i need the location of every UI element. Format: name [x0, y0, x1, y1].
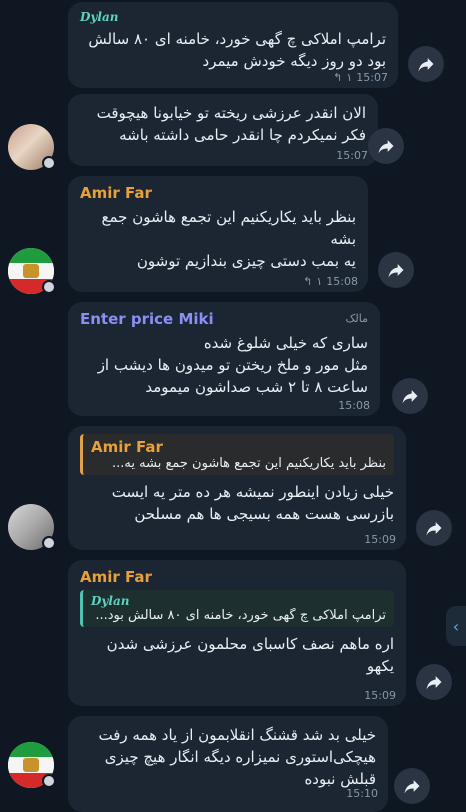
- message-line: فکر نمیکردم چا انقدر حامی داشته باشه: [119, 126, 366, 144]
- message-text: اره ماهم نصف کاسبای محلمون عرزشی شدن یکه…: [80, 633, 394, 677]
- lion-emblem-icon: [23, 264, 39, 278]
- message-text: ساری که خیلی شلوغ شده مثل مور و ملخ ریخت…: [80, 332, 368, 398]
- quote-sender: Amir Far: [91, 438, 163, 456]
- message-text: خیلی بد شد قشنگ انقلابمون از یاد همه رفت…: [80, 724, 377, 790]
- forward-button[interactable]: [368, 128, 404, 164]
- reply-quote[interactable]: Amir Far بنظر باید یکاریکنیم این تجمع ها…: [80, 434, 394, 475]
- forward-button[interactable]: [416, 510, 452, 546]
- message-meta: 15:07: [336, 149, 368, 162]
- message-line: خیلی زیادن اینطور نمیشه هر ده متر یه ایس…: [111, 483, 394, 501]
- forward-arrow-icon: [402, 390, 418, 404]
- message-bubble[interactable]: Enter price Miki مالک ساری که خیلی شلوغ …: [68, 302, 380, 416]
- message-bubble[interactable]: خیلی بد شد قشنگ انقلابمون از یاد همه رفت…: [68, 716, 388, 812]
- message-line: الان انقدر عرزشی ریخته تو خیابونا هیچوقت: [96, 104, 366, 122]
- message-line: مثل مور و ملخ ریختن تو میدون ها دیشب از: [97, 356, 368, 374]
- status-dot: [42, 156, 56, 170]
- forward-button[interactable]: [394, 768, 430, 804]
- sender-name[interactable]: Enter price Miki: [80, 310, 368, 328]
- forward-arrow-icon: [418, 58, 434, 72]
- message-line: ترامپ املاکی چ گهی خورد، خامنه ای ۸۰ سال…: [88, 30, 386, 48]
- message-bubble[interactable]: Amir Far بنظر باید یکاریکنیم این تجمع ها…: [68, 176, 368, 292]
- forward-button[interactable]: [416, 664, 452, 700]
- message-line: بنظر باید یکاریکنیم این تجمع هاشون جمع: [101, 208, 356, 226]
- message-line: هیچکی‌استوری نمیزاره دیگه انگار هیچ چیزی: [104, 748, 376, 766]
- message-meta: 15:08: [338, 399, 370, 412]
- sender-name[interactable]: Amir Far: [80, 568, 394, 586]
- chevron-left-icon[interactable]: ‹: [446, 606, 466, 646]
- forward-arrow-icon: [426, 676, 442, 690]
- message-meta: ↰ ۱ 15:07: [333, 71, 388, 84]
- message-time: 15:08: [326, 275, 358, 288]
- message-time: 15:09: [364, 533, 396, 546]
- message-line: ساری که خیلی شلوغ شده: [203, 334, 368, 352]
- message-line: بشه: [330, 230, 356, 248]
- forward-arrow-icon: [404, 780, 420, 794]
- status-dot: [42, 774, 56, 788]
- admin-label: مالک: [345, 312, 368, 325]
- message-bubble[interactable]: Amir Far بنظر باید یکاریکنیم این تجمع ها…: [68, 426, 406, 550]
- reply-arrow-icon: ↰: [303, 275, 313, 288]
- message-bubble[interactable]: Dylan ترامپ املاکی چ گهی خورد، خامنه ای …: [68, 2, 398, 88]
- message-text: الان انقدر عرزشی ریخته تو خیابونا هیچوقت…: [80, 102, 366, 146]
- message-text: ترامپ املاکی چ گهی خورد، خامنه ای ۸۰ سال…: [80, 28, 386, 72]
- message-bubble[interactable]: الان انقدر عرزشی ریخته تو خیابونا هیچوقت…: [68, 94, 378, 166]
- quote-text: بنظر باید یکاریکنیم این تجمع هاشون جمع ب…: [112, 456, 386, 471]
- status-dot: [42, 280, 56, 294]
- message-meta: ↰ ۱ 15:08: [303, 275, 358, 288]
- message-line: خیلی بد شد قشنگ انقلابمون از یاد همه رفت: [98, 726, 377, 744]
- message-time: 15:07: [336, 149, 368, 162]
- message-line: یه بمب دستی چیزی بندازیم توشون: [136, 252, 356, 270]
- forward-arrow-icon: [378, 140, 394, 154]
- forward-arrow-icon: [388, 264, 404, 278]
- forward-button[interactable]: [378, 252, 414, 288]
- reply-quote[interactable]: Dylan ترامپ املاکی چ گهی خورد، خامنه ای …: [80, 590, 394, 627]
- message-line: بود دو روز دیگه خودش میمرد: [202, 52, 386, 70]
- reply-count[interactable]: ۱: [316, 275, 322, 288]
- message-meta: 15:10: [346, 787, 378, 800]
- message-line: ساعت ۸ تا ۲ شب صداشون میمومد: [145, 378, 368, 396]
- message-bubble[interactable]: Amir Far Dylan ترامپ املاکی چ گهی خورد، …: [68, 560, 406, 706]
- message-time: 15:09: [364, 689, 396, 702]
- forward-arrow-icon: [426, 522, 442, 536]
- reply-arrow-icon: ↰: [333, 71, 343, 84]
- message-text: بنظر باید یکاریکنیم این تجمع هاشون جمع ب…: [80, 206, 356, 272]
- forward-button[interactable]: [408, 46, 444, 82]
- message-time: 15:07: [356, 71, 388, 84]
- message-time: 15:10: [346, 787, 378, 800]
- quote-sender: Dylan: [91, 594, 130, 608]
- message-line: یکهو: [366, 657, 394, 675]
- sender-name[interactable]: Amir Far: [80, 184, 356, 202]
- lion-emblem-icon: [23, 758, 39, 772]
- message-meta: 15:09: [364, 689, 396, 702]
- message-time: 15:08: [338, 399, 370, 412]
- message-line: اره ماهم نصف کاسبای محلمون عرزشی شدن: [106, 635, 394, 653]
- status-dot: [42, 536, 56, 550]
- forward-button[interactable]: [392, 378, 428, 414]
- message-text: خیلی زیادن اینطور نمیشه هر ده متر یه ایس…: [80, 481, 394, 525]
- message-meta: 15:09: [364, 533, 396, 546]
- sender-name[interactable]: Dylan: [80, 10, 386, 24]
- message-line: قبلش نبوده: [304, 770, 376, 788]
- quote-text: ترامپ املاکی چ گهی خورد، خامنه ای ۸۰ سال…: [95, 608, 386, 623]
- message-line: بازرسی هست همه بسیجی ها هم مسلحن: [134, 505, 394, 523]
- reply-count[interactable]: ۱: [346, 71, 352, 84]
